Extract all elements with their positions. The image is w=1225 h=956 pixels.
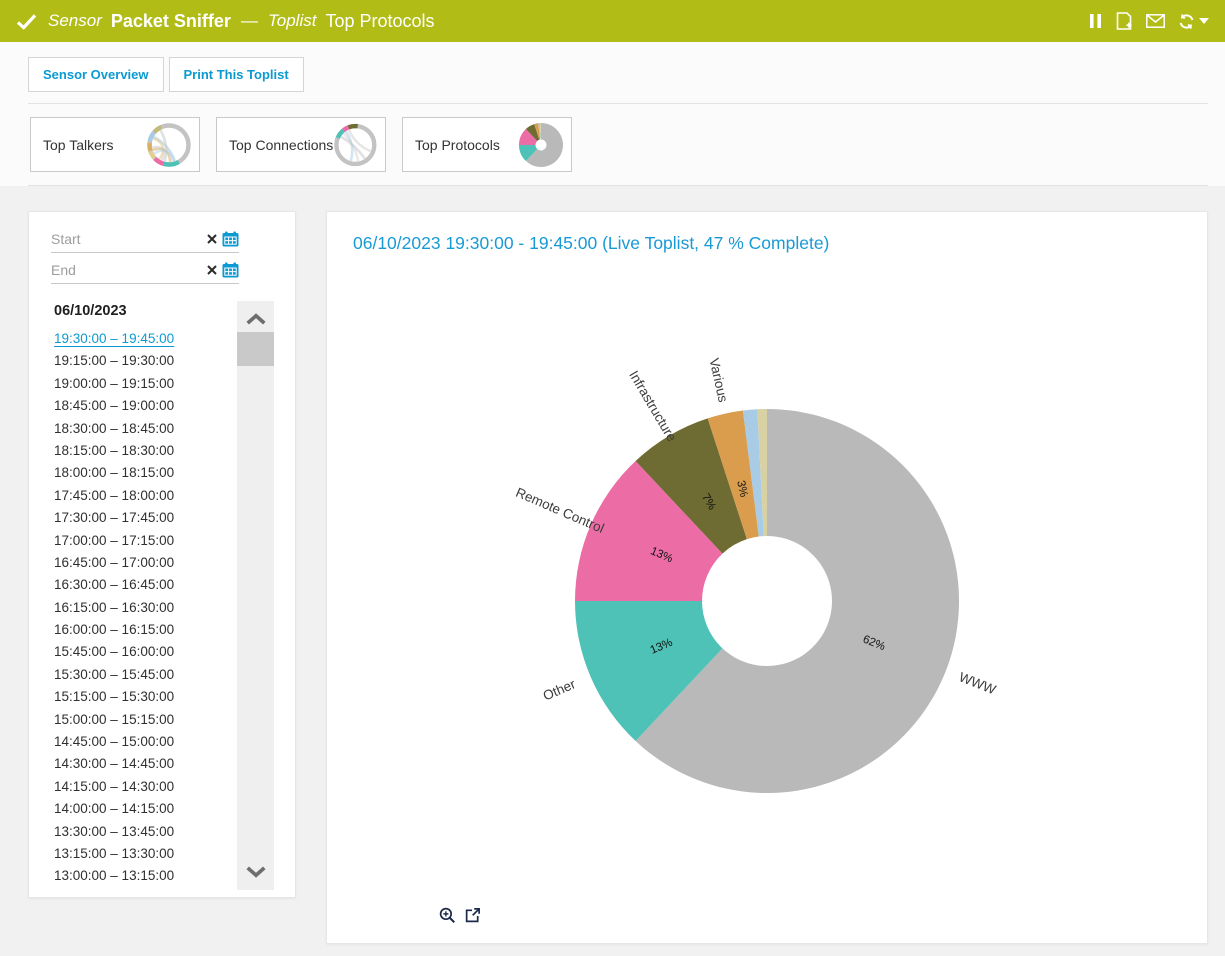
calendar-icon[interactable] — [222, 231, 239, 247]
scroll-up-icon[interactable] — [237, 304, 274, 334]
tab-top-protocols[interactable]: Top Protocols — [402, 117, 572, 172]
interval-item[interactable]: 17:00:00 – 17:15:00 — [54, 530, 234, 552]
interval-date-header: 06/10/2023 — [54, 303, 234, 319]
toplist-tabs: Top Talkers Top Connections Top Protocols — [30, 117, 572, 172]
interval-item[interactable]: 15:15:00 – 15:30:00 — [54, 686, 234, 708]
add-report-icon[interactable] — [1115, 12, 1133, 30]
interval-item[interactable]: 16:15:00 – 16:30:00 — [54, 597, 234, 619]
interval-item[interactable]: 18:30:00 – 18:45:00 — [54, 418, 234, 440]
interval-item[interactable]: 16:45:00 – 17:00:00 — [54, 552, 234, 574]
tab-top-talkers[interactable]: Top Talkers — [30, 117, 200, 172]
slice-name-label: Various — [706, 357, 730, 404]
interval-item[interactable]: 18:15:00 – 18:30:00 — [54, 440, 234, 462]
dropdown-caret-icon[interactable] — [1199, 18, 1209, 24]
check-icon — [16, 13, 37, 30]
divider — [28, 103, 1208, 104]
toplist-title: 06/10/2023 19:30:00 - 19:45:00 (Live Top… — [353, 233, 829, 254]
end-date-input[interactable] — [51, 262, 207, 278]
breadcrumb-object-type: Sensor — [48, 11, 102, 31]
tab-label: Top Connections — [229, 137, 333, 153]
top-section: Sensor OverviewPrint This Toplist Top Ta… — [0, 42, 1225, 186]
interval-item[interactable]: 13:00:00 – 13:15:00 — [54, 865, 234, 887]
slice-name-label: Infrastructure — [626, 368, 679, 444]
sensor-name: Packet Sniffer — [111, 11, 231, 32]
scrollbar-thumb[interactable] — [237, 332, 274, 366]
start-date-row — [51, 225, 239, 253]
interval-item[interactable]: 13:30:00 – 13:45:00 — [54, 821, 234, 843]
interval-item[interactable]: 15:00:00 – 15:15:00 — [54, 709, 234, 731]
slice-name-label: Other — [541, 676, 578, 703]
breadcrumb-section: Toplist — [268, 11, 317, 31]
interval-item[interactable]: 14:30:00 – 14:45:00 — [54, 753, 234, 775]
interval-item[interactable]: 19:00:00 – 19:15:00 — [54, 373, 234, 395]
tab-label: Top Protocols — [415, 137, 500, 153]
interval-item[interactable]: 13:15:00 – 13:30:00 — [54, 843, 234, 865]
start-date-input[interactable] — [51, 231, 207, 247]
slice-name-label: Remote Control — [514, 485, 607, 536]
interval-item[interactable]: 15:45:00 – 16:00:00 — [54, 641, 234, 663]
interval-item[interactable]: 16:30:00 – 16:45:00 — [54, 574, 234, 596]
donut-chart-icon — [518, 122, 564, 168]
sensor-overview-button[interactable]: Sensor Overview — [28, 57, 164, 92]
calendar-icon[interactable] — [222, 262, 239, 278]
scrollbar[interactable] — [237, 301, 274, 890]
interval-item[interactable]: 17:45:00 – 18:00:00 — [54, 485, 234, 507]
chord-diagram-icon — [146, 122, 192, 168]
interval-item[interactable]: 19:30:00 – 19:45:00 — [54, 328, 234, 350]
zoom-in-icon[interactable] — [439, 907, 456, 924]
interval-list: 19:30:00 – 19:45:0019:15:00 – 19:30:0019… — [54, 328, 234, 888]
end-date-row — [51, 256, 239, 284]
refresh-icon[interactable] — [1178, 13, 1195, 30]
chord-diagram-icon — [333, 122, 378, 168]
interval-item[interactable]: 14:00:00 – 14:15:00 — [54, 798, 234, 820]
interval-item[interactable]: 17:30:00 – 17:45:00 — [54, 507, 234, 529]
interval-item[interactable]: 14:15:00 – 14:30:00 — [54, 776, 234, 798]
print-this-toplist-button[interactable]: Print This Toplist — [169, 57, 304, 92]
clear-start-icon[interactable] — [207, 234, 217, 244]
email-icon[interactable] — [1146, 14, 1165, 28]
open-external-icon[interactable] — [464, 907, 481, 924]
interval-item[interactable]: 19:15:00 – 19:30:00 — [54, 350, 234, 372]
interval-item[interactable]: 18:45:00 – 19:00:00 — [54, 395, 234, 417]
interval-item[interactable]: 14:45:00 – 15:00:00 — [54, 731, 234, 753]
tab-top-connections[interactable]: Top Connections — [216, 117, 386, 172]
toolbar: Sensor OverviewPrint This Toplist — [28, 57, 304, 92]
interval-item[interactable]: 15:30:00 – 15:45:00 — [54, 664, 234, 686]
scroll-down-icon[interactable] — [237, 857, 274, 887]
breadcrumb-separator: — — [241, 11, 258, 31]
interval-item[interactable]: 18:00:00 – 18:15:00 — [54, 462, 234, 484]
toplist-panel: 06/10/2023 19:30:00 - 19:45:00 (Live Top… — [326, 211, 1208, 944]
interval-item[interactable]: 16:00:00 – 16:15:00 — [54, 619, 234, 641]
interval-sidebar: 06/10/2023 19:30:00 – 19:45:0019:15:00 –… — [28, 211, 296, 898]
divider — [28, 185, 1208, 186]
page-title: Top Protocols — [325, 11, 434, 32]
clear-end-icon[interactable] — [207, 265, 217, 275]
protocol-donut-chart: 62%WWW13%Other13%Remote Control7%Infrast… — [447, 341, 1087, 861]
slice-name-label: WWW — [957, 669, 998, 697]
app-header: Sensor Packet Sniffer — Toplist Top Prot… — [0, 0, 1225, 42]
tab-label: Top Talkers — [43, 137, 114, 153]
pause-icon[interactable] — [1089, 13, 1102, 29]
